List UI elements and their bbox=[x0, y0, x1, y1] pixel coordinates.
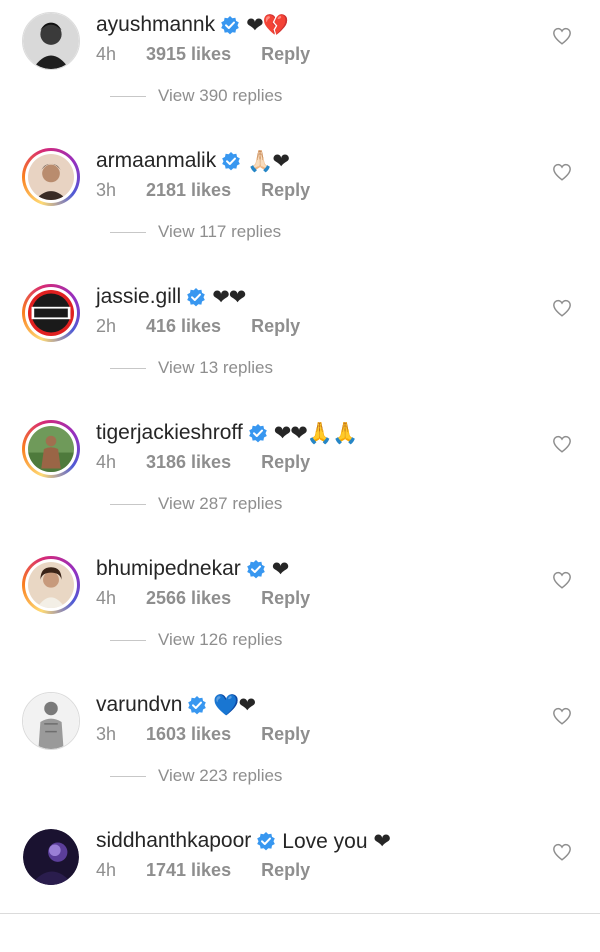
username[interactable]: varundvn bbox=[96, 693, 182, 717]
comment-item: tigerjackieshroff ❤❤🙏🙏 4h 3186 likes Rep… bbox=[0, 408, 600, 544]
verified-badge-icon bbox=[220, 15, 240, 35]
comment-time: 4h bbox=[96, 588, 117, 608]
comment-text: 🙏🏻❤ bbox=[247, 149, 290, 173]
view-replies-button[interactable]: View 13 replies bbox=[110, 358, 273, 378]
view-replies-label: View 13 replies bbox=[158, 358, 273, 377]
comment-time: 3h bbox=[96, 180, 117, 200]
comment-item: jassie.gill ❤❤ 2h 416 likes Reply View 1… bbox=[0, 272, 600, 408]
comment-time: 4h bbox=[96, 860, 117, 880]
divider-line bbox=[110, 95, 146, 97]
likes-count[interactable]: 2566 likes bbox=[146, 588, 231, 609]
view-replies-label: View 117 replies bbox=[158, 222, 282, 241]
comment-time: 3h bbox=[96, 724, 117, 744]
verified-badge-icon bbox=[246, 559, 266, 579]
view-replies-button[interactable]: View 117 replies bbox=[110, 222, 281, 242]
reply-button[interactable]: Reply bbox=[261, 44, 310, 65]
comment-item: bhumipednekar ❤ 4h 2566 likes Reply View… bbox=[0, 544, 600, 680]
divider-line bbox=[110, 775, 146, 777]
comment-item: ayushmannk ❤💔 4h 3915 likes Reply View 3… bbox=[0, 0, 600, 136]
reply-button[interactable]: Reply bbox=[261, 180, 310, 201]
reply-button[interactable]: Reply bbox=[261, 588, 310, 609]
avatar[interactable] bbox=[22, 12, 80, 70]
comment-text: 💙❤ bbox=[213, 693, 256, 717]
verified-badge-icon bbox=[248, 423, 268, 443]
likes-count[interactable]: 3186 likes bbox=[146, 452, 231, 473]
avatar[interactable] bbox=[22, 556, 80, 614]
divider-line bbox=[110, 231, 146, 233]
like-heart-icon[interactable] bbox=[552, 163, 572, 181]
username[interactable]: jassie.gill bbox=[96, 285, 181, 309]
username[interactable]: tigerjackieshroff bbox=[96, 421, 243, 445]
like-heart-icon[interactable] bbox=[552, 27, 572, 45]
comment-time: 4h bbox=[96, 44, 117, 64]
like-heart-icon[interactable] bbox=[552, 571, 572, 589]
divider-line bbox=[110, 503, 146, 505]
verified-badge-icon bbox=[187, 695, 207, 715]
comment-item: varundvn 💙❤ 3h 1603 likes Reply View 223… bbox=[0, 680, 600, 816]
comment-text: ❤❤ bbox=[212, 285, 246, 309]
bottom-divider bbox=[0, 913, 600, 914]
likes-count[interactable]: 416 likes bbox=[146, 316, 221, 337]
avatar[interactable] bbox=[22, 284, 80, 342]
view-replies-label: View 126 replies bbox=[158, 630, 283, 649]
reply-button[interactable]: Reply bbox=[261, 860, 310, 881]
view-replies-button[interactable]: View 223 replies bbox=[110, 766, 282, 786]
likes-count[interactable]: 3915 likes bbox=[146, 44, 231, 65]
like-heart-icon[interactable] bbox=[552, 707, 572, 725]
divider-line bbox=[110, 367, 146, 369]
comment-time: 2h bbox=[96, 316, 117, 336]
likes-count[interactable]: 2181 likes bbox=[146, 180, 231, 201]
reply-button[interactable]: Reply bbox=[261, 724, 310, 745]
username[interactable]: armaanmalik bbox=[96, 149, 216, 173]
avatar[interactable] bbox=[22, 420, 80, 478]
view-replies-button[interactable]: View 390 replies bbox=[110, 86, 282, 106]
comment-text: ❤ bbox=[271, 557, 290, 581]
comment-text: Love you ❤ bbox=[282, 829, 391, 853]
avatar[interactable] bbox=[22, 148, 80, 206]
like-heart-icon[interactable] bbox=[552, 843, 572, 861]
like-heart-icon[interactable] bbox=[552, 299, 572, 317]
comment-text: ❤❤🙏🙏 bbox=[273, 421, 358, 445]
verified-badge-icon bbox=[256, 831, 276, 851]
avatar[interactable] bbox=[22, 692, 80, 750]
comment-time: 4h bbox=[96, 452, 117, 472]
view-replies-button[interactable]: View 287 replies bbox=[110, 494, 282, 514]
divider-line bbox=[110, 639, 146, 641]
reply-button[interactable]: Reply bbox=[261, 452, 310, 473]
likes-count[interactable]: 1741 likes bbox=[146, 860, 231, 881]
comment-item: siddhanthkapoor Love you ❤ 4h 1741 likes… bbox=[0, 816, 600, 952]
reply-button[interactable]: Reply bbox=[251, 316, 300, 337]
comment-item: armaanmalik 🙏🏻❤ 3h 2181 likes Reply View… bbox=[0, 136, 600, 272]
like-heart-icon[interactable] bbox=[552, 435, 572, 453]
avatar[interactable] bbox=[22, 828, 80, 886]
verified-badge-icon bbox=[221, 151, 241, 171]
view-replies-button[interactable]: View 126 replies bbox=[110, 630, 282, 650]
view-replies-label: View 390 replies bbox=[158, 86, 283, 105]
view-replies-label: View 287 replies bbox=[158, 494, 283, 513]
username[interactable]: bhumipednekar bbox=[96, 557, 241, 581]
username[interactable]: siddhanthkapoor bbox=[96, 829, 251, 853]
likes-count[interactable]: 1603 likes bbox=[146, 724, 231, 745]
view-replies-label: View 223 replies bbox=[158, 766, 283, 785]
comment-text: ❤💔 bbox=[246, 13, 289, 37]
verified-badge-icon bbox=[186, 287, 206, 307]
username[interactable]: ayushmannk bbox=[96, 13, 215, 37]
